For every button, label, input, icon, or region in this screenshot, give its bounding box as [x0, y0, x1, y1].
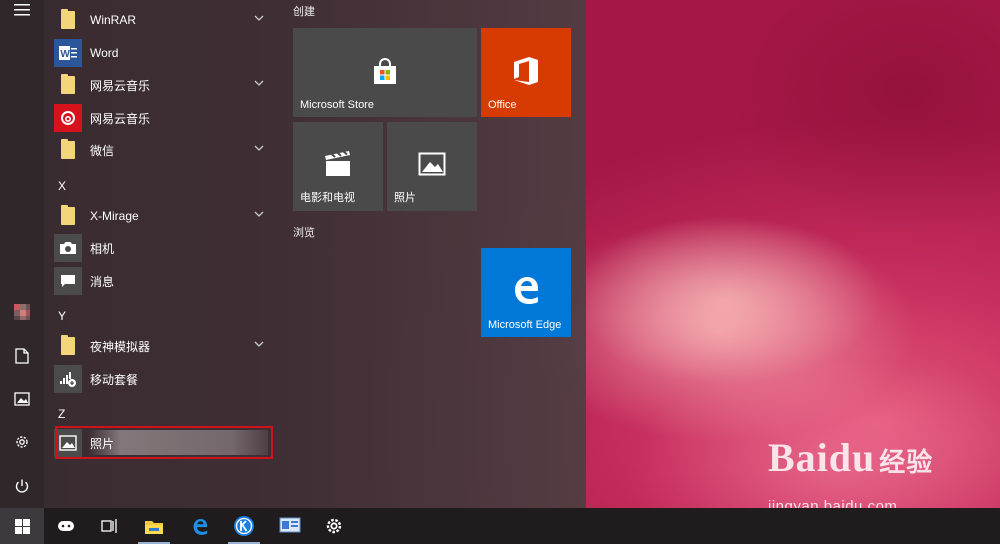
- tile-photos[interactable]: 照片: [387, 122, 477, 211]
- kugou-icon: [234, 516, 254, 536]
- folder-icon: [54, 136, 82, 164]
- app-list-item-netease-music[interactable]: 网易云音乐: [54, 103, 274, 133]
- chevron-down-icon[interactable]: [254, 79, 264, 87]
- watermark-brand-en: Baidu: [768, 435, 876, 480]
- app-label: 夜神模拟器: [90, 339, 151, 354]
- documents-button[interactable]: [0, 336, 44, 376]
- start-menu: WinRAR W Word 网易云音乐 网易云音乐 微信 X X-Mirage …: [0, 0, 586, 508]
- app-label: 移动套餐: [90, 372, 139, 387]
- watermark-brand: Baidu 经验: [768, 434, 933, 481]
- task-view-button[interactable]: [88, 508, 132, 544]
- document-icon: [15, 348, 29, 364]
- word-icon: W: [54, 39, 82, 67]
- file-explorer-icon: [145, 520, 163, 534]
- tile-label: Microsoft Store: [300, 99, 374, 111]
- app-label: X-Mirage: [90, 209, 139, 223]
- app-list-item-netease-folder[interactable]: 网易云音乐: [54, 70, 274, 100]
- user-avatar: [14, 304, 30, 320]
- app-label: 相机: [90, 241, 115, 256]
- app-label: 消息: [90, 274, 115, 289]
- message-icon: [54, 267, 82, 295]
- file-explorer-button[interactable]: [132, 508, 176, 544]
- pictures-icon: [14, 392, 30, 406]
- tile-movies-tv[interactable]: 电影和电视: [293, 122, 383, 211]
- chevron-down-icon[interactable]: [254, 144, 264, 152]
- app-list-item-wechat[interactable]: 微信: [54, 135, 274, 165]
- app-label: 微信: [90, 143, 115, 158]
- section-letter-y[interactable]: Y: [58, 309, 66, 323]
- power-button[interactable]: [0, 466, 44, 506]
- highlight-box: [55, 426, 273, 459]
- edge-icon: [515, 277, 538, 304]
- tile-microsoft-store[interactable]: Microsoft Store: [293, 28, 477, 117]
- power-icon: [15, 479, 29, 493]
- edge-taskbar-button[interactable]: [178, 508, 222, 544]
- camera-icon: [54, 234, 82, 262]
- app-label: Word: [90, 46, 119, 60]
- app-list-item-messaging[interactable]: 消息: [54, 266, 274, 296]
- app-list-item-nox[interactable]: 夜神模拟器: [54, 331, 274, 361]
- watermark-brand-cn: 经验: [879, 448, 934, 478]
- mobile-plans-icon: [54, 365, 82, 393]
- tile-microsoft-edge[interactable]: Microsoft Edge: [481, 248, 571, 337]
- settings-taskbar-button[interactable]: [312, 508, 356, 544]
- cortana-button[interactable]: [44, 508, 88, 544]
- folder-icon: [54, 202, 82, 230]
- app-list-item-word[interactable]: W Word: [54, 38, 274, 68]
- tile-label: 电影和电视: [300, 192, 355, 204]
- hamburger-icon: [14, 4, 30, 16]
- chevron-down-icon[interactable]: [254, 340, 264, 348]
- section-letter-x[interactable]: X: [58, 179, 66, 193]
- tile-office[interactable]: Office: [481, 28, 571, 117]
- task-view-icon: [101, 519, 117, 533]
- kugou-button[interactable]: [222, 508, 266, 544]
- pictures-button[interactable]: [0, 379, 44, 419]
- app-list-item-camera[interactable]: 相机: [54, 233, 274, 263]
- user-account-button[interactable]: [0, 292, 44, 332]
- tile-group-create-label[interactable]: 创建: [293, 3, 315, 19]
- app-list-item-winrar[interactable]: WinRAR: [54, 5, 274, 35]
- start-button[interactable]: [0, 508, 44, 544]
- start-rail: [0, 0, 44, 508]
- app-label: 网易云音乐: [90, 111, 151, 126]
- settings-gear-icon: [326, 518, 342, 534]
- taskbar: [0, 508, 1000, 544]
- folder-icon: [54, 332, 82, 360]
- chevron-down-icon[interactable]: [254, 210, 264, 218]
- tile-label: Microsoft Edge: [488, 319, 562, 331]
- office-icon: [514, 57, 538, 85]
- hamburger-menu-button[interactable]: [0, 0, 44, 20]
- clapperboard-icon: [325, 150, 350, 176]
- app-label: 网易云音乐: [90, 78, 151, 93]
- netease-music-icon: [54, 104, 82, 132]
- app-list-item-x-mirage[interactable]: X-Mirage: [54, 201, 274, 231]
- app-list-item-mobile-plans[interactable]: 移动套餐: [54, 364, 274, 394]
- settings-gear-icon: [16, 436, 28, 448]
- settings-button[interactable]: [0, 422, 44, 462]
- tile-group-browse-label[interactable]: 浏览: [293, 224, 315, 240]
- svg-text:W: W: [60, 49, 70, 60]
- folder-icon: [54, 71, 82, 99]
- section-letter-z[interactable]: Z: [58, 407, 65, 421]
- store-bag-icon: [374, 58, 396, 84]
- app-label: WinRAR: [90, 13, 137, 27]
- control-panel-button[interactable]: [268, 508, 312, 544]
- photos-icon: [418, 152, 446, 176]
- chevron-down-icon[interactable]: [254, 14, 264, 22]
- edge-icon: [193, 518, 208, 535]
- tile-label: Office: [488, 99, 517, 111]
- tile-label: 照片: [394, 192, 416, 204]
- cortana-icon: [58, 521, 74, 531]
- windows-start-icon: [14, 518, 30, 534]
- control-panel-icon: [279, 517, 301, 533]
- folder-icon: [54, 6, 82, 34]
